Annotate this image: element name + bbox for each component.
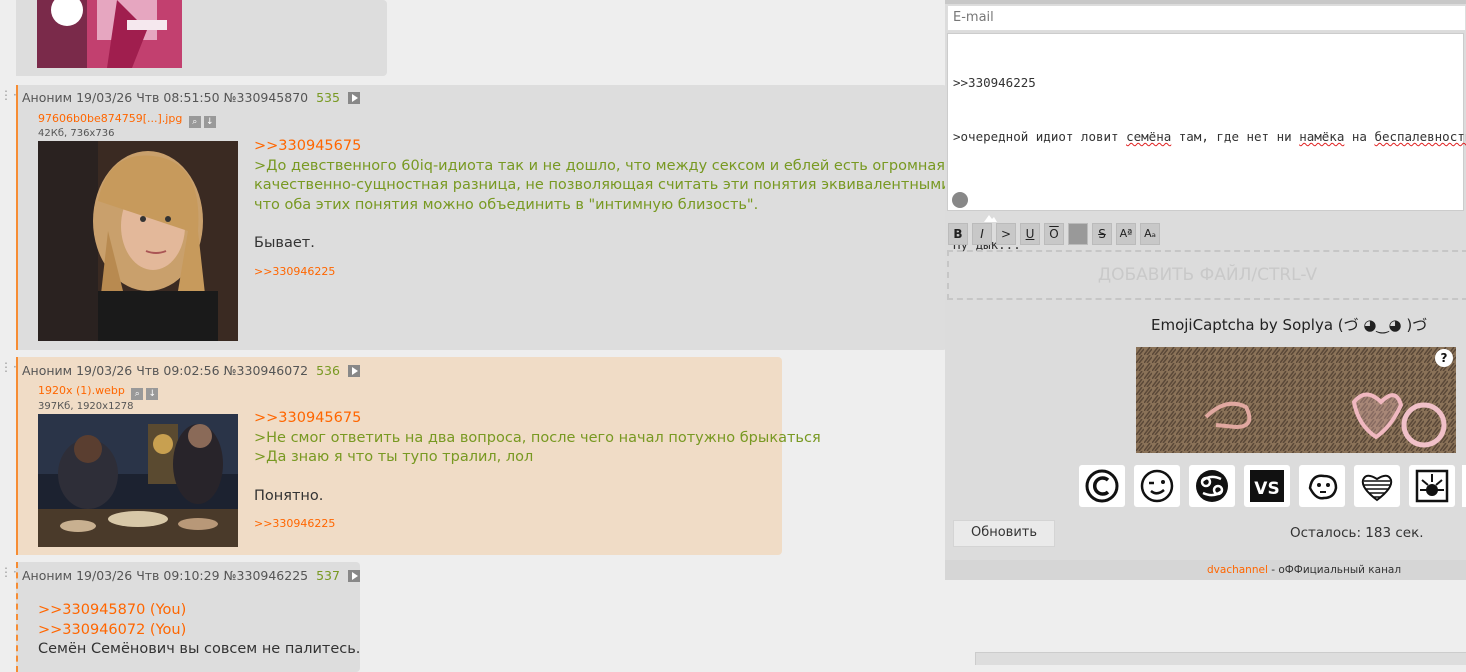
post-author: Аноним bbox=[22, 363, 73, 378]
italic-button[interactable]: I bbox=[972, 223, 992, 245]
text-segment: >очередной идиот ловит bbox=[953, 129, 1127, 144]
misspelled-word: семёна bbox=[1126, 129, 1172, 144]
text-segment: там, где нет ни bbox=[1171, 129, 1300, 144]
reply-link[interactable]: >>330946072 (You) bbox=[38, 621, 360, 641]
post-id[interactable]: №330945870 bbox=[224, 90, 309, 105]
post-header: Аноним 19/03/26 Чтв 09:02:56 №330946072 … bbox=[22, 363, 360, 378]
subscript-button[interactable]: Aₐ bbox=[1140, 223, 1160, 245]
play-icon[interactable] bbox=[347, 92, 360, 104]
post-number: 535 bbox=[316, 90, 340, 105]
mountain-icon[interactable] bbox=[952, 192, 998, 222]
file-link[interactable]: 97606b0be874759[...].jpg ⌕ ↓ bbox=[38, 112, 216, 128]
bold-button[interactable]: B bbox=[948, 223, 968, 245]
post-thumbnail[interactable] bbox=[38, 141, 238, 341]
captcha-image: ? bbox=[1136, 347, 1456, 453]
download-icon[interactable]: ↓ bbox=[146, 388, 159, 400]
spoiler-button[interactable] bbox=[1068, 223, 1088, 245]
striped-heart-icon[interactable] bbox=[1354, 465, 1400, 507]
misspelled-word: намёка bbox=[1299, 129, 1345, 144]
quote-button[interactable]: > bbox=[996, 223, 1016, 245]
vs-icon[interactable]: VS bbox=[1244, 465, 1290, 507]
post-thumbnail[interactable] bbox=[38, 414, 238, 547]
backreply-link[interactable]: >>330946225 bbox=[254, 514, 821, 534]
channel-info: dvachannel - оФФициальный канал bbox=[1207, 564, 1401, 576]
channel-link[interactable]: dvachannel bbox=[1207, 564, 1268, 576]
email-placeholder: E-mail bbox=[953, 10, 994, 25]
message-textarea[interactable]: >>330946225 >очередной идиот ловит семён… bbox=[947, 33, 1466, 252]
post-header: Аноним 19/03/26 Чтв 08:51:50 №330945870 … bbox=[22, 90, 360, 105]
download-icon[interactable]: ↓ bbox=[203, 116, 216, 128]
post-author: Аноним bbox=[22, 90, 73, 105]
channel-suffix: - оФФициальный канал bbox=[1267, 564, 1402, 576]
file-link[interactable]: 1920x (1).webp ⌕ ↓ bbox=[38, 384, 159, 400]
post-message: >>330945675 >Не смог ответить на два воп… bbox=[254, 409, 821, 534]
post-header: Аноним 19/03/26 Чтв 09:10:29 №330946225 … bbox=[22, 568, 360, 583]
search-icon[interactable]: ⌕ bbox=[131, 388, 144, 400]
email-field[interactable]: E-mail bbox=[947, 5, 1466, 31]
bottom-panel bbox=[975, 652, 1466, 665]
anime-image bbox=[37, 0, 182, 68]
search-icon[interactable]: ⌕ bbox=[188, 116, 201, 128]
post-id[interactable]: №330946225 bbox=[224, 568, 309, 583]
greentext: >Не смог ответить на два вопроса, после … bbox=[254, 429, 821, 446]
reply-link[interactable]: >>330945675 bbox=[254, 137, 1021, 157]
sunset-icon[interactable] bbox=[1409, 465, 1455, 507]
file-name[interactable]: 1920x (1).webp bbox=[38, 384, 125, 397]
backreply-link[interactable]: >>330946225 bbox=[254, 262, 1021, 282]
post-date: 19/03/26 Чтв 09:02:56 bbox=[76, 363, 220, 378]
add-file-dropzone[interactable]: ДОБАВИТЬ ФАЙЛ/CTRL-V bbox=[947, 250, 1466, 300]
greentext: >Да знаю я что ты тупо тралил, лол bbox=[254, 449, 534, 465]
form-top-bar bbox=[945, 0, 1466, 4]
emoji-overflow bbox=[1462, 465, 1466, 507]
play-icon[interactable] bbox=[347, 365, 360, 377]
post-message: >>330945675 >До девственного 60iq-идиота… bbox=[254, 137, 1021, 281]
lion-icon[interactable] bbox=[1299, 465, 1345, 507]
text-segment: на bbox=[1344, 129, 1375, 144]
woman-photo bbox=[38, 141, 238, 341]
underline-button[interactable]: U bbox=[1020, 223, 1040, 245]
post-author: Аноним bbox=[22, 568, 73, 583]
svg-text:VS: VS bbox=[1254, 479, 1279, 499]
greentext: качественно-сущностная разница, не позво… bbox=[254, 177, 1021, 193]
captcha-help-button[interactable]: ? bbox=[1435, 349, 1453, 367]
post-id[interactable]: №330946072 bbox=[224, 363, 309, 378]
file-meta: 397Кб, 1920x1278 bbox=[38, 401, 134, 412]
post-thumbnail[interactable] bbox=[37, 0, 182, 68]
post-text: Понятно. bbox=[254, 487, 324, 504]
post-message: >>330945870 (You) >>330946072 (You) Семё… bbox=[38, 601, 360, 660]
post-number: 537 bbox=[316, 568, 340, 583]
file-name[interactable]: 97606b0be874759[...].jpg bbox=[38, 112, 182, 125]
refresh-captcha-button[interactable]: Обновить bbox=[953, 520, 1055, 547]
reply-link[interactable]: >>330945675 bbox=[254, 409, 821, 429]
textarea-line: >очередной идиот ловит семёна там, где н… bbox=[953, 128, 1466, 146]
greentext: что оба этих понятия можно объединить в … bbox=[254, 196, 759, 213]
overline-button[interactable]: O bbox=[1044, 223, 1064, 245]
misspelled-word: беспалевность bbox=[1374, 129, 1466, 144]
post-date: 19/03/26 Чтв 08:51:50 bbox=[76, 90, 220, 105]
post-date: 19/03/26 Чтв 09:10:29 bbox=[76, 568, 220, 583]
wink-face-icon[interactable] bbox=[1134, 465, 1180, 507]
strike-button[interactable]: S bbox=[1092, 223, 1112, 245]
captcha-timer: Осталось: 183 сек. bbox=[1290, 525, 1424, 541]
post-text: Семён Семёнович вы совсем не палитесь. bbox=[38, 641, 361, 657]
cancer-zodiac-icon[interactable] bbox=[1189, 465, 1235, 507]
dinner-scene-photo bbox=[38, 414, 238, 547]
captcha-title: EmojiCaptcha by Soplya (づ ◕‿◕ )づ bbox=[1151, 316, 1428, 334]
post-text: Бывает. bbox=[254, 235, 315, 251]
greentext: >До девственного 60iq-идиота так и не до… bbox=[254, 157, 946, 174]
superscript-button[interactable]: Aª bbox=[1116, 223, 1136, 245]
reply-link[interactable]: >>330945870 (You) bbox=[38, 601, 360, 621]
copyright-icon[interactable] bbox=[1079, 465, 1125, 507]
play-icon[interactable] bbox=[347, 570, 360, 582]
file-meta: 42Кб, 736x736 bbox=[38, 128, 115, 139]
post-number: 536 bbox=[316, 363, 340, 378]
textarea-line: >>330946225 bbox=[953, 75, 1036, 90]
